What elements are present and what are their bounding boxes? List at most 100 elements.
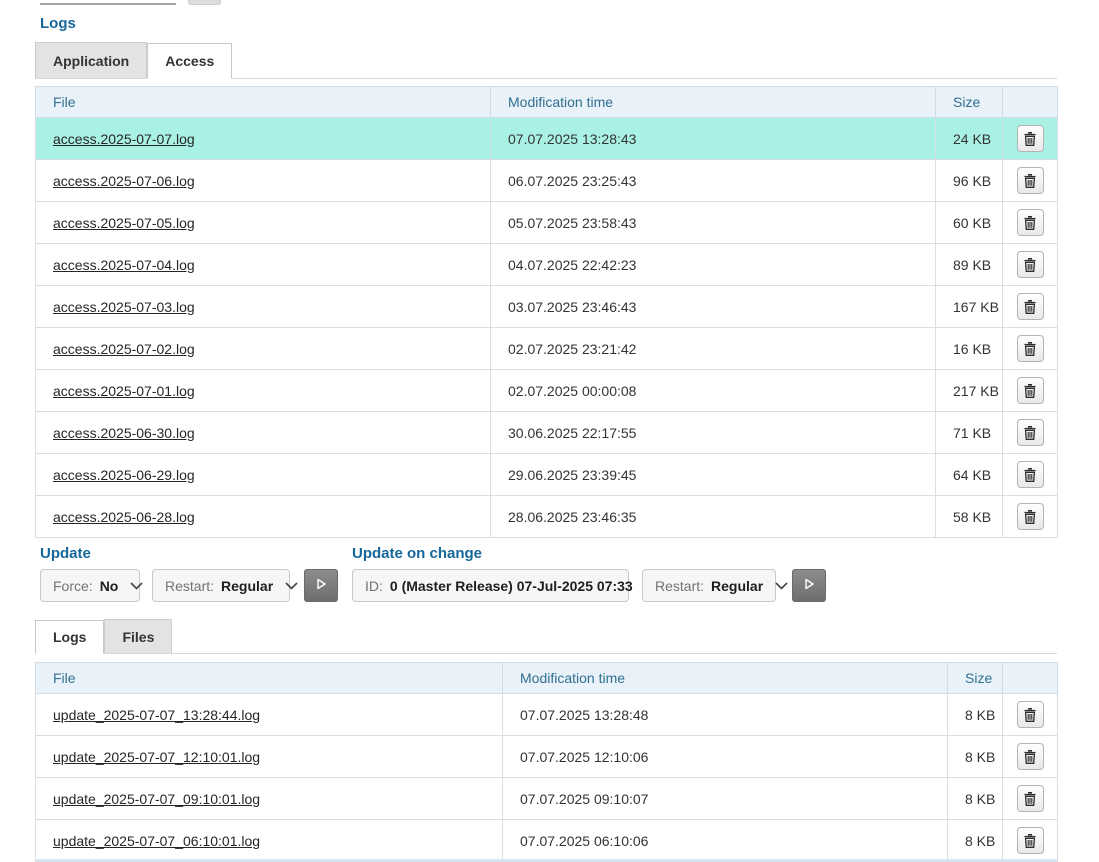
trash-icon <box>1024 750 1036 764</box>
log-table-row: update_2025-07-07_12:10:01.log07.07.2025… <box>36 736 1058 778</box>
log-file-link[interactable]: access.2025-07-05.log <box>53 215 195 231</box>
file-size-value: 167 KB <box>936 286 1003 328</box>
delete-log-button[interactable] <box>1017 701 1044 728</box>
update-logs-tabbar: LogsFiles <box>35 619 1057 654</box>
delete-log-button[interactable] <box>1017 335 1044 362</box>
force-select-label: Force: <box>53 578 93 594</box>
file-size-value: 58 KB <box>936 496 1003 538</box>
trash-icon <box>1024 510 1036 524</box>
file-size-value: 8 KB <box>948 736 1003 778</box>
log-table-row: access.2025-07-02.log 02.07.2025 23:21:42… <box>36 328 1058 370</box>
log-file-link[interactable]: access.2025-06-29.log <box>53 467 195 483</box>
restart-select[interactable]: Restart: Regular <box>152 569 290 602</box>
trash-icon <box>1024 258 1036 272</box>
log-file-link[interactable]: access.2025-07-04.log <box>53 257 195 273</box>
truncated-button[interactable] <box>188 0 221 5</box>
log-table-row: access.2025-07-05.log 05.07.2025 23:58:43… <box>36 202 1058 244</box>
log-table-row: access.2025-07-07.log 07.07.2025 13:28:43… <box>36 118 1058 160</box>
force-select[interactable]: Force: No <box>40 569 140 602</box>
modification-time-value: 07.07.2025 13:28:48 <box>503 694 948 736</box>
trash-icon <box>1024 342 1036 356</box>
log-file-link[interactable]: update_2025-07-07_13:28:44.log <box>53 707 260 723</box>
delete-log-button[interactable] <box>1017 785 1044 812</box>
log-table-row: update_2025-07-07_09:10:01.log 07.07.2025… <box>36 778 1058 820</box>
chevron-down-icon <box>285 582 298 590</box>
trash-icon <box>1024 834 1036 848</box>
column-header-size: Size <box>948 663 1003 694</box>
log-table-row: access.2025-06-30.log 30.06.2025 22:17:55… <box>36 412 1058 454</box>
modification-time-value: 02.07.2025 23:21:42 <box>491 328 936 370</box>
log-file-link[interactable]: update_2025-07-07_06:10:01.log <box>53 833 260 849</box>
play-icon <box>803 578 815 593</box>
log-table-row: access.2025-07-01.log02.07.2025 00:00:08… <box>36 370 1058 412</box>
trash-icon <box>1024 468 1036 482</box>
trash-icon <box>1024 426 1036 440</box>
delete-log-button[interactable] <box>1017 125 1044 152</box>
log-file-link[interactable]: access.2025-07-01.log <box>53 383 195 399</box>
modification-time-value: 05.07.2025 23:58:43 <box>491 202 936 244</box>
restart-select-label: Restart: <box>165 578 214 594</box>
modification-time-value: 06.07.2025 23:25:43 <box>491 160 936 202</box>
restart-on-change-select[interactable]: Restart: Regular <box>642 569 776 602</box>
trash-icon <box>1024 792 1036 806</box>
tab-application[interactable]: Application <box>35 42 147 78</box>
column-header-modification-time: Modification time <box>503 663 948 694</box>
delete-log-button[interactable] <box>1017 461 1044 488</box>
truncated-text-input[interactable] <box>40 0 176 5</box>
run-update-button[interactable] <box>304 569 338 602</box>
tab-files[interactable]: Files <box>104 619 172 653</box>
file-size-value: 96 KB <box>936 160 1003 202</box>
file-size-value: 8 KB <box>948 694 1003 736</box>
log-file-link[interactable]: access.2025-07-07.log <box>53 131 195 147</box>
log-file-link[interactable]: update_2025-07-07_12:10:01.log <box>53 749 260 765</box>
release-id-select[interactable]: ID: 0 (Master Release) 07-Jul-2025 07:33 <box>352 569 629 602</box>
modification-time-value: 30.06.2025 22:17:55 <box>491 412 936 454</box>
log-file-link[interactable]: access.2025-06-28.log <box>53 509 195 525</box>
column-header-file: File <box>36 663 503 694</box>
delete-log-button[interactable] <box>1017 377 1044 404</box>
log-file-link[interactable]: access.2025-07-02.log <box>53 341 195 357</box>
delete-log-button[interactable] <box>1017 167 1044 194</box>
delete-log-button[interactable] <box>1017 827 1044 854</box>
delete-log-button[interactable] <box>1017 293 1044 320</box>
trash-icon <box>1024 300 1036 314</box>
delete-log-button[interactable] <box>1017 503 1044 530</box>
log-file-link[interactable]: access.2025-07-03.log <box>53 299 195 315</box>
log-file-link[interactable]: access.2025-06-30.log <box>53 425 195 441</box>
file-size-value: 8 KB <box>948 778 1003 820</box>
force-select-value: No <box>100 578 119 594</box>
file-size-value: 217 KB <box>936 370 1003 412</box>
delete-log-button[interactable] <box>1017 743 1044 770</box>
modification-time-value: 04.07.2025 22:42:23 <box>491 244 936 286</box>
log-table-row: access.2025-06-29.log29.06.2025 23:39:45… <box>36 454 1058 496</box>
file-size-value: 71 KB <box>936 412 1003 454</box>
modification-time-value: 07.07.2025 09:10:07 <box>503 778 948 820</box>
log-file-link[interactable]: access.2025-07-06.log <box>53 173 195 189</box>
delete-log-button[interactable] <box>1017 419 1044 446</box>
file-size-value: 89 KB <box>936 244 1003 286</box>
log-table-row: access.2025-07-04.log 04.07.2025 22:42:23… <box>36 244 1058 286</box>
update-on-change-section-title: Update on change <box>352 545 482 562</box>
tab-logs[interactable]: Logs <box>35 620 104 654</box>
modification-time-value: 07.07.2025 13:28:43 <box>491 118 936 160</box>
log-table-row: access.2025-07-06.log 06.07.2025 23:25:43… <box>36 160 1058 202</box>
modification-time-value: 03.07.2025 23:46:43 <box>491 286 936 328</box>
trash-icon <box>1024 708 1036 722</box>
column-header-file: File <box>36 87 491 118</box>
restart-select-value: Regular <box>221 578 273 594</box>
delete-log-button[interactable] <box>1017 209 1044 236</box>
file-size-value: 16 KB <box>936 328 1003 370</box>
trash-icon <box>1024 216 1036 230</box>
column-header-size: Size <box>936 87 1003 118</box>
trash-icon <box>1024 174 1036 188</box>
log-table-row: update_2025-07-07_13:28:44.log 07.07.2025… <box>36 694 1058 736</box>
tab-access[interactable]: Access <box>147 43 232 79</box>
run-update-on-change-button[interactable] <box>792 569 826 602</box>
log-file-link[interactable]: update_2025-07-07_09:10:01.log <box>53 791 260 807</box>
release-id-select-label: ID: <box>365 578 383 594</box>
restart-on-change-select-label: Restart: <box>655 578 704 594</box>
delete-log-button[interactable] <box>1017 251 1044 278</box>
column-header-actions <box>1003 663 1058 694</box>
log-table-row: update_2025-07-07_06:10:01.log07.07.2025… <box>36 820 1058 862</box>
modification-time-value: 28.06.2025 23:46:35 <box>491 496 936 538</box>
